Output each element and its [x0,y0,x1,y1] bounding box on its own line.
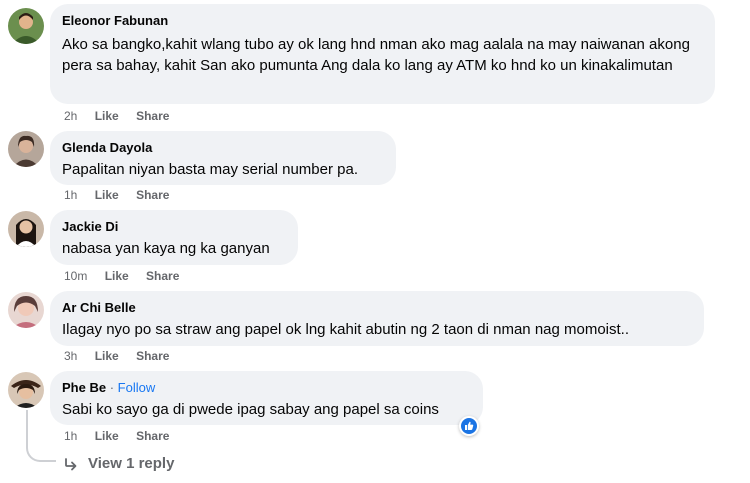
commenter-name[interactable]: Jackie Di [62,218,286,235]
comment-bubble: Jackie Di nabasa yan kaya ng ka ganyan [50,210,298,265]
comment-time[interactable]: 2h [64,109,77,123]
commenter-name[interactable]: Glenda Dayola [62,139,384,156]
like-button[interactable]: Like [105,269,129,283]
share-button[interactable]: Share [136,109,169,123]
comment-time[interactable]: 3h [64,349,77,363]
share-button[interactable]: Share [136,429,169,443]
avatar-image [8,131,44,167]
avatar[interactable] [8,372,44,408]
like-reaction-icon[interactable] [459,416,479,436]
comment-actions: 10m Like Share [64,268,193,284]
avatar[interactable] [8,8,44,44]
comment-actions: 1h Like Share [64,187,183,203]
comment-text: Ako sa bangko,kahit wlang tubo ay ok lan… [62,36,690,74]
view-replies-label: View 1 reply [88,455,175,472]
comment-actions: 1h Like Share [64,428,183,444]
share-button[interactable]: Share [136,188,169,202]
avatar-image [8,372,44,408]
comment-text: Sabi ko sayo ga di pwede ipag sabay ang … [62,401,439,418]
avatar-image [8,8,44,44]
follow-separator: · [109,380,115,395]
comment-text: Ilagay nyo po sa straw ang papel ok lng … [62,321,630,338]
share-button[interactable]: Share [136,349,169,363]
like-button[interactable]: Like [95,188,119,202]
comment-time[interactable]: 10m [64,269,87,283]
avatar[interactable] [8,211,44,247]
share-button[interactable]: Share [146,269,179,283]
commenter-name[interactable]: Eleonor Fabunan [62,12,703,29]
like-button[interactable]: Like [95,429,119,443]
comment-bubble: Eleonor Fabunan Ako sa bangko,kahit wlan… [50,4,715,104]
avatar-image [8,292,44,328]
comment-bubble: Glenda Dayola Papalitan niyan basta may … [50,131,396,185]
avatar[interactable] [8,131,44,167]
comment-actions: 2h Like Share [64,108,183,124]
comment-bubble: Phe Be · Follow Sabi ko sayo ga di pwede… [50,371,483,425]
commenter-name[interactable]: Phe Be [62,380,106,395]
comment-bubble: Ar Chi Belle Ilagay nyo po sa straw ang … [50,291,704,346]
comment-time[interactable]: 1h [64,188,77,202]
comment-text: nabasa yan kaya ng ka ganyan [62,240,270,257]
view-replies-link[interactable]: View 1 reply [64,453,174,475]
commenter-name[interactable]: Ar Chi Belle [62,299,692,316]
thread-line [26,410,56,462]
follow-button[interactable]: Follow [118,380,156,395]
comment-time[interactable]: 1h [64,429,77,443]
like-button[interactable]: Like [95,109,119,123]
commenter-name-row: Phe Be · Follow [62,379,471,396]
reply-arrow-icon [65,458,77,471]
avatar[interactable] [8,292,44,328]
comment-actions: 3h Like Share [64,348,183,364]
like-button[interactable]: Like [95,349,119,363]
comment-text: Papalitan niyan basta may serial number … [62,161,359,178]
avatar-image [8,211,44,247]
